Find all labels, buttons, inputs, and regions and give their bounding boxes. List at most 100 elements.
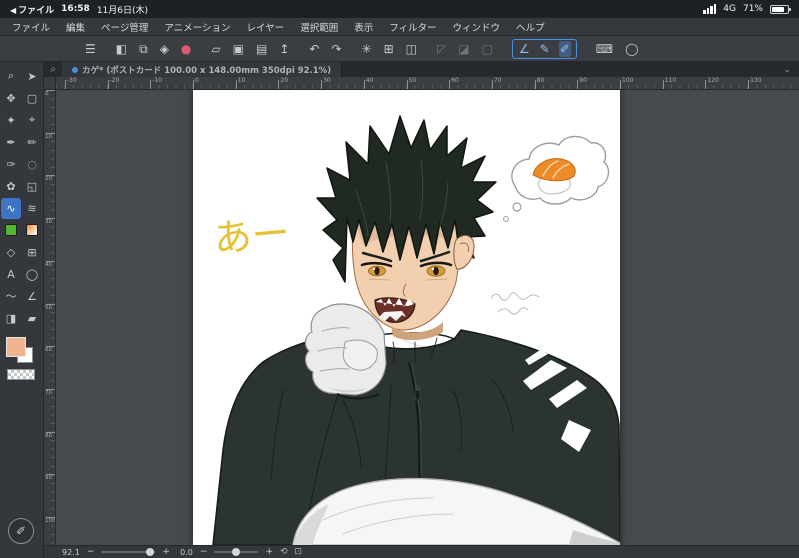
pencil-tool[interactable]: ✏ — [22, 132, 42, 153]
cellular-signal-icon — [703, 4, 717, 14]
menu-group: ☰ — [84, 41, 97, 57]
panels-icon[interactable]: ◫ — [405, 41, 418, 57]
rotate-ccw-button[interactable]: − — [200, 547, 208, 557]
transparent-color-swatch[interactable] — [7, 369, 35, 380]
redo-icon[interactable]: ↷ — [330, 41, 342, 57]
back-to-app-link[interactable]: ファイル — [10, 3, 54, 16]
network-type-label: 4G — [723, 4, 736, 14]
effects-icon[interactable]: ✳ — [361, 41, 373, 57]
document-tab[interactable]: カゲ* (ポストカード 100.00 x 148.00mm 350dpi 92.… — [62, 62, 343, 77]
airbrush-tool[interactable]: ◌ — [22, 154, 42, 175]
menu-bar: ファイル 編集 ページ管理 アニメーション レイヤー 選択範囲 表示 フィルター ウィンドウ ヘル… — [0, 18, 799, 36]
auto-select-tool[interactable]: ✦ — [1, 110, 21, 131]
material-tool[interactable]: ▰ — [22, 308, 42, 329]
album-icon[interactable]: ▤ — [255, 41, 268, 57]
canvas-group: ◧ ⧉ ◈ ● — [115, 41, 193, 57]
selection-group: ◸ ◪ ▢ — [436, 41, 494, 57]
tool-grid: ⌕ ➤ ✥ ▢ ✦ ⌖ ✒ ✏ ✑ ◌ ✿ ◱ ∿ ≋ ◇ ⊞ A ◯ 〜 ∠ ◨ ▰ — [0, 62, 43, 329]
zoom-slider-thumb[interactable] — [145, 548, 154, 556]
decoration-tool[interactable]: ✿ — [1, 176, 21, 197]
grid-icon[interactable]: ⊞ — [383, 41, 395, 57]
menu-item-help[interactable]: ヘルプ — [516, 20, 545, 34]
ruler-tool[interactable]: ∠ — [22, 286, 42, 307]
balloon-tool[interactable]: ◯ — [22, 264, 42, 285]
zoom-in-button[interactable]: + — [162, 547, 170, 557]
gesture-icon[interactable]: ◯ — [624, 41, 639, 57]
zoom-out-button[interactable]: − — [87, 547, 95, 557]
menu-item-filter[interactable]: フィルター — [389, 20, 436, 34]
figure-tool[interactable]: ◇ — [1, 242, 21, 263]
clip-studio-paint-app: ファイル 16:58 11月6日(木) 4G 71% ファイル編集ページ管理アニ… — [0, 0, 799, 558]
deselect-icon[interactable]: ◸ — [436, 41, 447, 57]
menu-item-selection-area[interactable]: 選択範囲 — [300, 20, 338, 34]
import-icon[interactable]: ▱ — [210, 41, 221, 57]
tab-bar: ⌕ カゲ* (ポストカード 100.00 x 148.00mm 350dpi 9… — [44, 62, 799, 77]
menu-item-view[interactable]: 表示 — [354, 20, 373, 34]
selection-launcher-icon[interactable]: ▢ — [481, 41, 494, 57]
clip-studio-logo-icon[interactable]: ● — [180, 41, 192, 57]
text-tool[interactable]: A — [1, 264, 21, 285]
gallery-icon[interactable]: ◧ — [115, 41, 128, 57]
status-bar: ファイル 16:58 11月6日(木) 4G 71% — [0, 0, 799, 18]
selection-tool[interactable]: ▢ — [22, 88, 42, 109]
vector-pen-icon[interactable]: ✎ — [539, 41, 551, 57]
light-table-tool[interactable]: ◨ — [1, 308, 21, 329]
menu-item-file[interactable]: ファイル — [12, 20, 50, 34]
undo-icon[interactable]: ↶ — [308, 41, 320, 57]
keyboard-icon[interactable]: ⌨ — [595, 41, 614, 57]
menu-item-window[interactable]: ウィンドウ — [453, 20, 501, 34]
tool-panel: ⌕ ➤ ✥ ▢ ✦ ⌖ ✒ ✏ ✑ ◌ ✿ ◱ ∿ ≋ ◇ ⊞ A ◯ 〜 ∠ ◨ ▰ ✐ — [0, 62, 44, 558]
invert-selection-icon[interactable]: ◪ — [457, 41, 470, 57]
canvas-handwriting: あー — [212, 211, 292, 261]
rotate-cw-button[interactable]: + — [265, 547, 273, 557]
zoom-tool[interactable]: ⌕ — [1, 66, 21, 87]
eraser-tool[interactable]: ◱ — [22, 176, 42, 197]
search-icon[interactable]: ⌕ — [44, 64, 62, 75]
document-canvas[interactable]: あー — [193, 90, 620, 545]
shape-icon[interactable]: ◈ — [159, 41, 170, 57]
status-date: 11月6日(木) — [96, 5, 149, 16]
menu-item-edit[interactable]: 編集 — [66, 20, 85, 34]
battery-icon — [770, 4, 791, 14]
reset-view-button[interactable]: ⟲ — [280, 547, 288, 557]
fill-tool[interactable] — [1, 220, 21, 241]
export-icon[interactable]: ↥ — [278, 41, 290, 57]
horizontal-ruler: -30 -20 -10 0 10 20 30 40 50 60 70 80 90 100 110 120 130 — [56, 77, 799, 90]
gradient-tool-chip — [26, 224, 38, 236]
eyedropper-tool[interactable]: ⌖ — [22, 110, 42, 131]
fit-screen-button[interactable]: ⊡ — [295, 547, 303, 557]
battery-percent-label: 71% — [742, 4, 763, 14]
frame-border-tool[interactable]: ⊞ — [22, 242, 42, 263]
zipper-pull — [414, 389, 421, 401]
move-tool[interactable]: ✥ — [1, 88, 21, 109]
line-correction-tool[interactable]: 〜 — [1, 286, 21, 307]
main-color-swatch[interactable] — [6, 337, 26, 357]
quick-access-button[interactable]: ✐ — [8, 518, 34, 544]
pen-mode-group: ∠ ✎ ✐ — [511, 38, 577, 59]
new-canvas-icon[interactable]: ⧉ — [138, 41, 149, 57]
file-group: ▱ ▣ ▤ ↥ — [210, 41, 290, 57]
gradient-tool[interactable] — [22, 220, 42, 241]
document-tab-label: カゲ* (ポストカード 100.00 x 148.00mm 350dpi 92.… — [82, 65, 332, 76]
liquify-tool[interactable]: ≋ — [22, 198, 42, 219]
artwork-illustration: あー — [193, 90, 620, 545]
canvas-control-bar: 92.1 − + 0.0 − + ⟲ ⊡ — [44, 545, 799, 558]
hamburger-menu-icon[interactable]: ☰ — [84, 41, 97, 57]
pen-tool[interactable]: ✒ — [1, 132, 21, 153]
save-icon[interactable]: ▣ — [232, 41, 245, 57]
canvas-viewport[interactable]: あー — [56, 90, 799, 545]
zoom-slider[interactable] — [101, 548, 156, 556]
ruler-corner — [44, 77, 56, 90]
chevron-down-icon[interactable]: ⌄ — [783, 65, 799, 75]
menu-item-layer[interactable]: レイヤー — [246, 20, 284, 34]
rotation-slider[interactable] — [214, 548, 259, 556]
ruler-pen-icon[interactable]: ∠ — [518, 41, 531, 57]
input-group: ⌨ ◯ — [595, 41, 640, 57]
operation-tool[interactable]: ➤ — [22, 66, 42, 87]
brush-tool[interactable]: ✑ — [1, 154, 21, 175]
menu-item-animation[interactable]: アニメーション — [164, 20, 230, 34]
blend-tool[interactable]: ∿ — [1, 197, 21, 219]
rotation-slider-thumb[interactable] — [232, 548, 241, 556]
stabilize-pen-icon[interactable]: ✐ — [558, 40, 571, 57]
menu-item-page-management[interactable]: ページ管理 — [101, 20, 148, 34]
